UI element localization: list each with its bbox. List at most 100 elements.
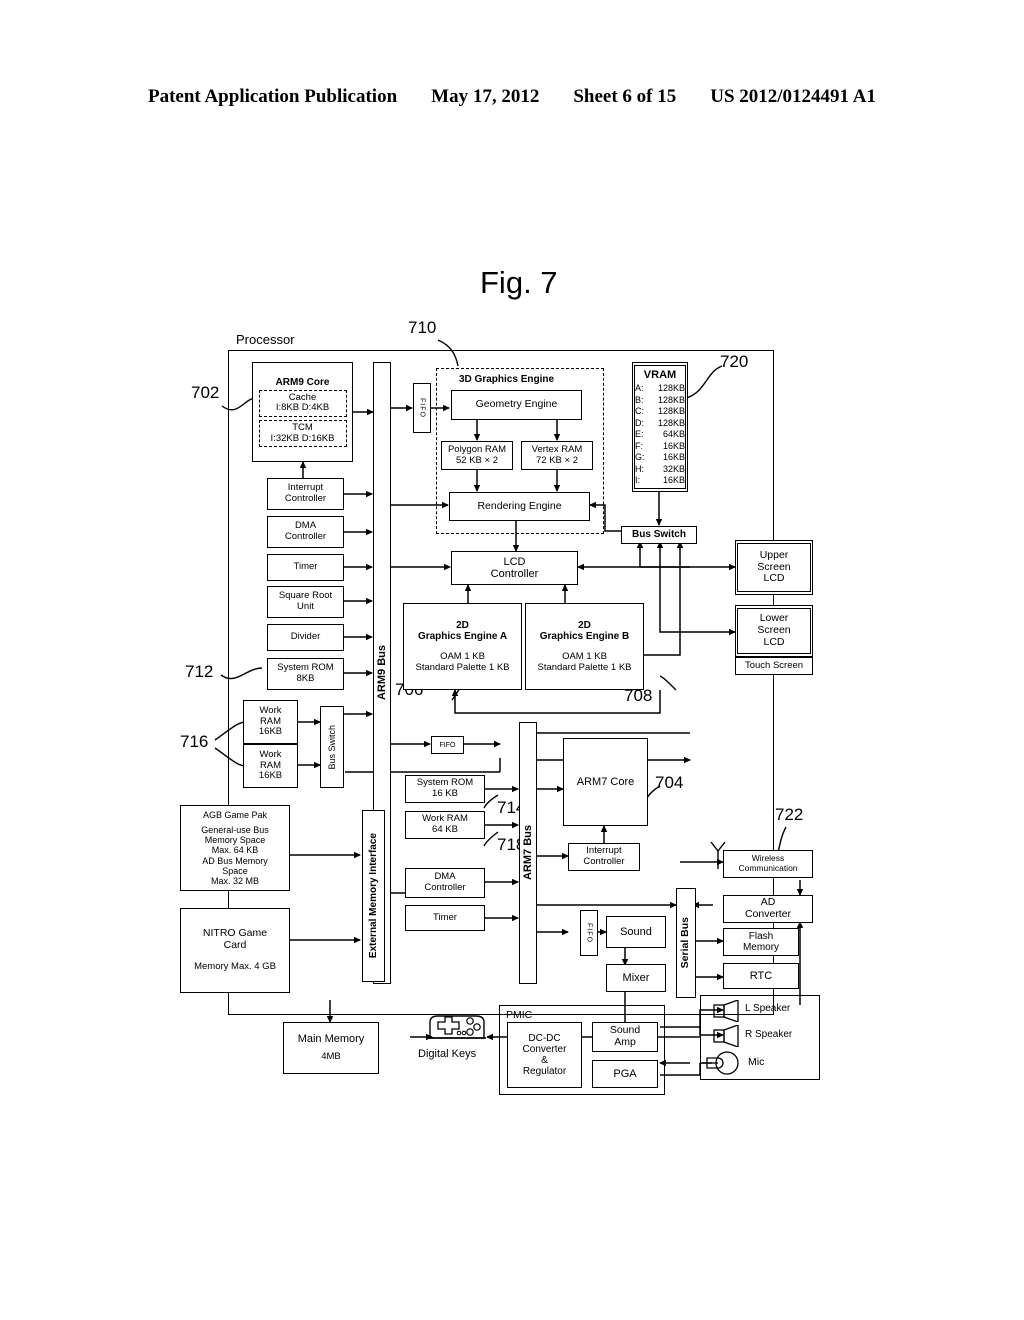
- pga-label: PGA: [613, 1067, 637, 1080]
- arm7-work-ram-line2: 64 KB: [432, 824, 458, 835]
- vram-key-a: A:: [635, 383, 644, 394]
- vram-size-e: 64KB: [662, 429, 685, 440]
- arm9-interrupt-controller-line2: Controller: [284, 493, 327, 504]
- arm7-timer-label: Timer: [433, 911, 457, 923]
- vertex-ram-line2: 72 KB × 2: [536, 454, 578, 466]
- arm7-core-label: ARM7 Core: [576, 775, 635, 788]
- l-speaker-icon: [713, 1000, 739, 1022]
- upper-screen-lcd-line3: LCD: [763, 572, 785, 585]
- vram-size-i: 16KB: [662, 475, 685, 486]
- geometry-engine: Geometry Engine: [451, 390, 582, 420]
- arm7-system-rom: System ROM 16 KB: [405, 775, 485, 803]
- arm7-interrupt-controller: Interrupt Controller: [568, 843, 640, 871]
- arm9-cache-value: I:8KB D:4KB: [275, 402, 330, 414]
- vram-bus-switch: Bus Switch: [621, 526, 697, 544]
- lcd-controller-line1: LCD: [503, 555, 526, 568]
- nitro-game-card: NITRO Game Card Memory Max. 4 GB: [180, 908, 290, 993]
- vram-title: VRAM: [643, 369, 677, 381]
- dcdc-line1: DC-DC: [528, 1032, 561, 1044]
- arm9-dma-controller-line2: Controller: [284, 531, 327, 542]
- rtc-label: RTC: [749, 969, 773, 982]
- polygon-ram-line1: Polygon RAM: [447, 443, 507, 455]
- arm9-divider: Divider: [267, 624, 344, 651]
- arm9-dma-controller: DMA Controller: [267, 516, 344, 548]
- 2d-graphics-engine-a: 2D Graphics Engine A OAM 1 KB Standard P…: [403, 603, 522, 690]
- ref-710: 710: [408, 318, 437, 337]
- rendering-engine: Rendering Engine: [449, 492, 590, 521]
- agb-line2: Memory Space: [204, 835, 266, 846]
- nitro-line2: Card: [223, 939, 247, 952]
- mixer-block: Mixer: [606, 964, 666, 992]
- vram-row: H: 32KB: [635, 464, 685, 476]
- vram-size-f: 16KB: [662, 440, 685, 451]
- arm7-dma-controller: DMA Controller: [405, 868, 485, 898]
- pmic-title: PMIC: [506, 1009, 533, 1021]
- pga: PGA: [592, 1060, 658, 1088]
- arm9-square-root-unit: Square Root Unit: [267, 586, 344, 618]
- touch-screen-label: Touch Screen: [744, 659, 804, 671]
- arm9-interrupt-controller: Interrupt Controller: [267, 478, 344, 510]
- work-ram-2-line3: 16KB: [258, 770, 283, 782]
- upper-screen-lcd[interactable]: Upper Screen LCD: [735, 540, 813, 595]
- vram-key-g: G:: [635, 452, 645, 463]
- vram-row: A: 128KB: [635, 383, 685, 395]
- vram-size-d: 128KB: [657, 417, 685, 428]
- arm7-work-ram: Work RAM 64 KB: [405, 811, 485, 839]
- nitro-line3: Memory Max. 4 GB: [194, 960, 276, 972]
- 2d-graphics-engine-a-palette: Standard Palette 1 KB: [415, 661, 510, 673]
- wireless-line2: Communication: [738, 863, 798, 873]
- arm7-fifo: FIFO: [431, 736, 464, 754]
- vram-bus-switch-label: Bus Switch: [632, 529, 686, 541]
- arm9-timer: Timer: [267, 554, 344, 581]
- dcdc-line3: &: [541, 1055, 548, 1066]
- arm7-fifo-label: FIFO: [439, 741, 456, 749]
- arm9-cache-block: Cache I:8KB D:4KB: [258, 389, 347, 418]
- vram-key-e: E:: [635, 429, 644, 440]
- lcd-controller-line2: Controller: [490, 568, 539, 580]
- flash-memory: Flash Memory: [723, 928, 799, 956]
- vram-row: E: 64KB: [635, 429, 685, 441]
- vram-key-f: F:: [635, 440, 643, 451]
- agb-game-pak: AGB Game Pak General-use Bus Memory Spac…: [180, 805, 290, 891]
- arm9-bus-label: ARM9 Bus: [375, 645, 388, 701]
- 2d-graphics-engine-b-line1: 2D: [578, 619, 591, 631]
- arm9-divider-label: Divider: [290, 631, 321, 643]
- arm9-fifo: FIFO: [413, 383, 431, 433]
- touch-screen[interactable]: Touch Screen: [735, 657, 813, 675]
- arm9-tcm-block: TCM I:32KB D:16KB: [258, 420, 347, 448]
- main-memory-line2: 4MB: [321, 1051, 341, 1063]
- vram-size-c: 128KB: [657, 406, 685, 417]
- r-speaker-label: R Speaker: [745, 1029, 793, 1040]
- page-header: Patent Application Publication May 17, 20…: [0, 86, 1024, 108]
- external-memory-interface: External Memory Interface: [362, 810, 385, 982]
- vram-row: B: 128KB: [635, 395, 685, 407]
- vertex-ram-line1: Vertex RAM: [531, 443, 583, 455]
- header-publication: Patent Application Publication: [148, 86, 398, 107]
- 3d-graphics-engine-title: 3D Graphics Engine: [459, 374, 555, 385]
- dcdc-line4: Regulator: [522, 1066, 567, 1078]
- vram-key-b: B:: [635, 394, 644, 405]
- arm7-interrupt-controller-line2: Controller: [583, 856, 625, 867]
- arm9-tcm-value: I:32KB D:16KB: [270, 432, 335, 444]
- flash-memory-line2: Memory: [742, 942, 780, 953]
- arm9-system-rom-line2: 8KB: [296, 673, 315, 684]
- wireless-communication: Wireless Communication: [723, 850, 813, 878]
- sound-amp: Sound Amp: [592, 1022, 658, 1052]
- lower-screen-lcd[interactable]: Lower Screen LCD: [735, 605, 813, 657]
- flash-memory-line1: Flash: [748, 930, 774, 942]
- main-memory-line1: Main Memory: [297, 1033, 365, 1046]
- sound-fifo-label: FIFO: [585, 923, 593, 943]
- vram-size-b: 128KB: [657, 394, 685, 405]
- vram-key-h: H:: [635, 463, 644, 474]
- arm9-square-root-unit-line2: Unit: [297, 601, 314, 612]
- work-ram-2: Work RAM 16KB: [243, 744, 298, 788]
- header-date: May 17, 2012: [431, 86, 540, 107]
- arm9-core-block: ARM9 Core Cache I:8KB D:4KB TCM I:32KB D…: [252, 362, 353, 462]
- arm7-bus-label: ARM7 Bus: [521, 825, 534, 881]
- antenna-icon: [710, 841, 726, 869]
- mixer-label: Mixer: [622, 971, 650, 984]
- digital-keys-icon[interactable]: [424, 1012, 490, 1048]
- l-speaker-label: L Speaker: [745, 1003, 791, 1014]
- polygon-ram-line2: 52 KB × 2: [456, 454, 498, 466]
- vram-key-c: C:: [635, 406, 644, 417]
